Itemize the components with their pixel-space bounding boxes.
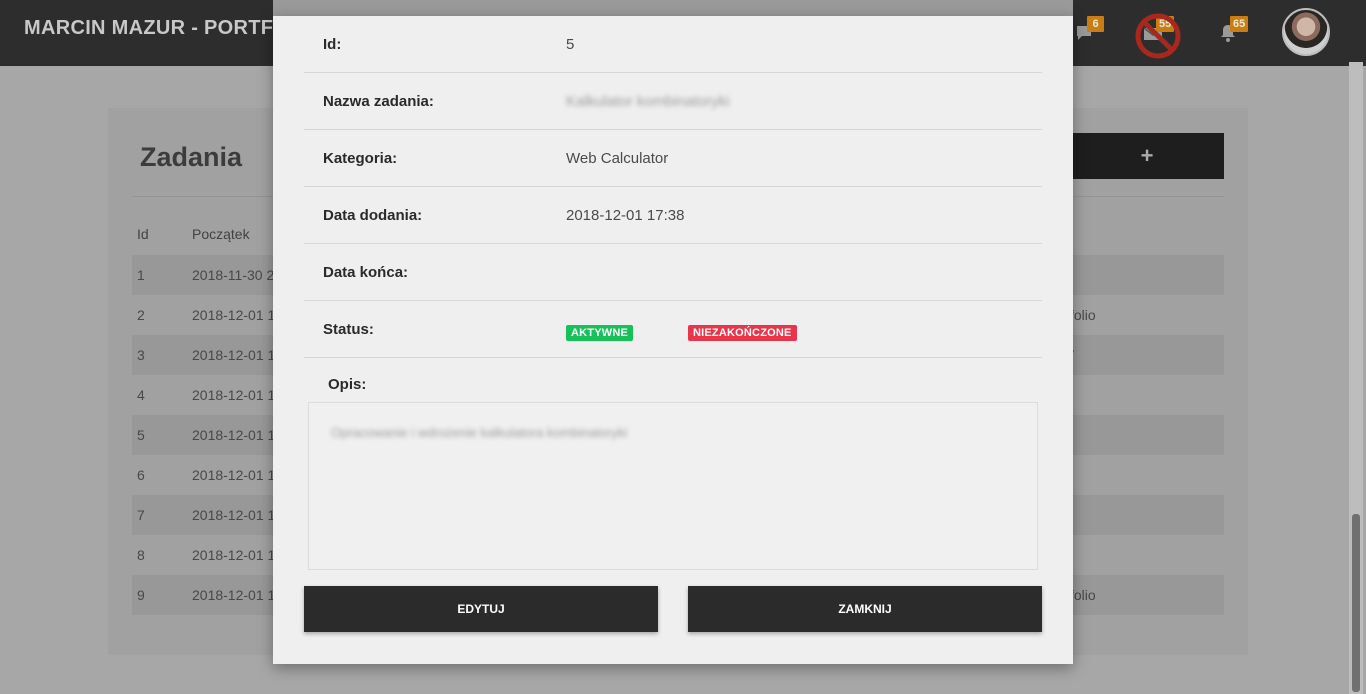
column-header-start[interactable]: Początek [192, 226, 250, 242]
row-start: 2018-12-01 1 [192, 387, 276, 403]
row-start: 2018-12-01 1 [192, 307, 276, 323]
edit-button[interactable]: EDYTUJ [304, 586, 658, 632]
page-title: Zadania [140, 142, 243, 172]
row-start: 2018-11-30 2 [192, 267, 275, 283]
field-added-date: Data dodania: 2018-12-01 17:38 [304, 187, 1042, 244]
scrollbar-thumb[interactable] [1352, 514, 1360, 692]
field-label: Kategoria: [323, 150, 398, 167]
row-id: 6 [137, 467, 145, 483]
field-label: Data dodania: [323, 207, 423, 224]
row-start: 2018-12-01 1 [192, 587, 276, 603]
no-entry-icon [1134, 12, 1182, 60]
row-id: 7 [137, 507, 145, 523]
field-label: Nazwa zadania: [323, 93, 434, 110]
status-badge-active: AKTYWNE [566, 325, 634, 341]
row-start: 2018-12-01 1 [192, 427, 276, 443]
field-value: 5 [566, 36, 575, 53]
notifications-badge: 65 [1230, 16, 1249, 32]
field-label: Status: [323, 321, 374, 338]
status-badge-unfinished: NIEZAKOŃCZONE [688, 325, 797, 341]
field-status: Status: AKTYWNE NIEZAKOŃCZONE [304, 301, 1042, 358]
row-start: 2018-12-01 1 [192, 507, 276, 523]
field-value: Kalkulator kombinatoryki [566, 93, 730, 110]
row-start: 2018-12-01 1 [192, 547, 276, 563]
field-end-date: Data końca: [304, 244, 1042, 301]
description-box: Opracowanie i wdrożenie kalkulatora komb… [308, 402, 1038, 570]
task-details-modal: Id: 5 Nazwa zadania: Kalkulator kombinat… [273, 16, 1073, 664]
field-name: Nazwa zadania: Kalkulator kombinatoryki [304, 73, 1042, 130]
description-text: Opracowanie i wdrożenie kalkulatora komb… [331, 425, 628, 440]
row-start: 2018-12-01 1 [192, 467, 276, 483]
row-id: 4 [137, 387, 145, 403]
row-extra: folio [1070, 587, 1096, 603]
field-label: Id: [323, 36, 342, 53]
row-id: 2 [137, 307, 145, 323]
modal-shade [273, 0, 1073, 16]
field-id: Id: 5 [304, 16, 1042, 73]
field-value: Web Calculator [566, 150, 669, 167]
row-extra: folio [1070, 307, 1096, 323]
add-task-button[interactable]: + [1070, 133, 1224, 179]
row-start: 2018-12-01 1 [192, 347, 276, 363]
messages-badge: 6 [1087, 16, 1104, 32]
row-id: 9 [137, 587, 145, 603]
field-label: Data końca: [323, 264, 409, 281]
row-id: 5 [137, 427, 145, 443]
column-header-id[interactable]: Id [137, 226, 149, 242]
close-button[interactable]: ZAMKNIJ [688, 586, 1042, 632]
description-label: Opis: [328, 376, 367, 393]
field-category: Kategoria: Web Calculator [304, 130, 1042, 187]
row-id: 1 [137, 267, 145, 283]
avatar[interactable] [1282, 8, 1330, 56]
row-id: 3 [137, 347, 145, 363]
row-id: 8 [137, 547, 145, 563]
field-value: 2018-12-01 17:38 [566, 207, 685, 224]
